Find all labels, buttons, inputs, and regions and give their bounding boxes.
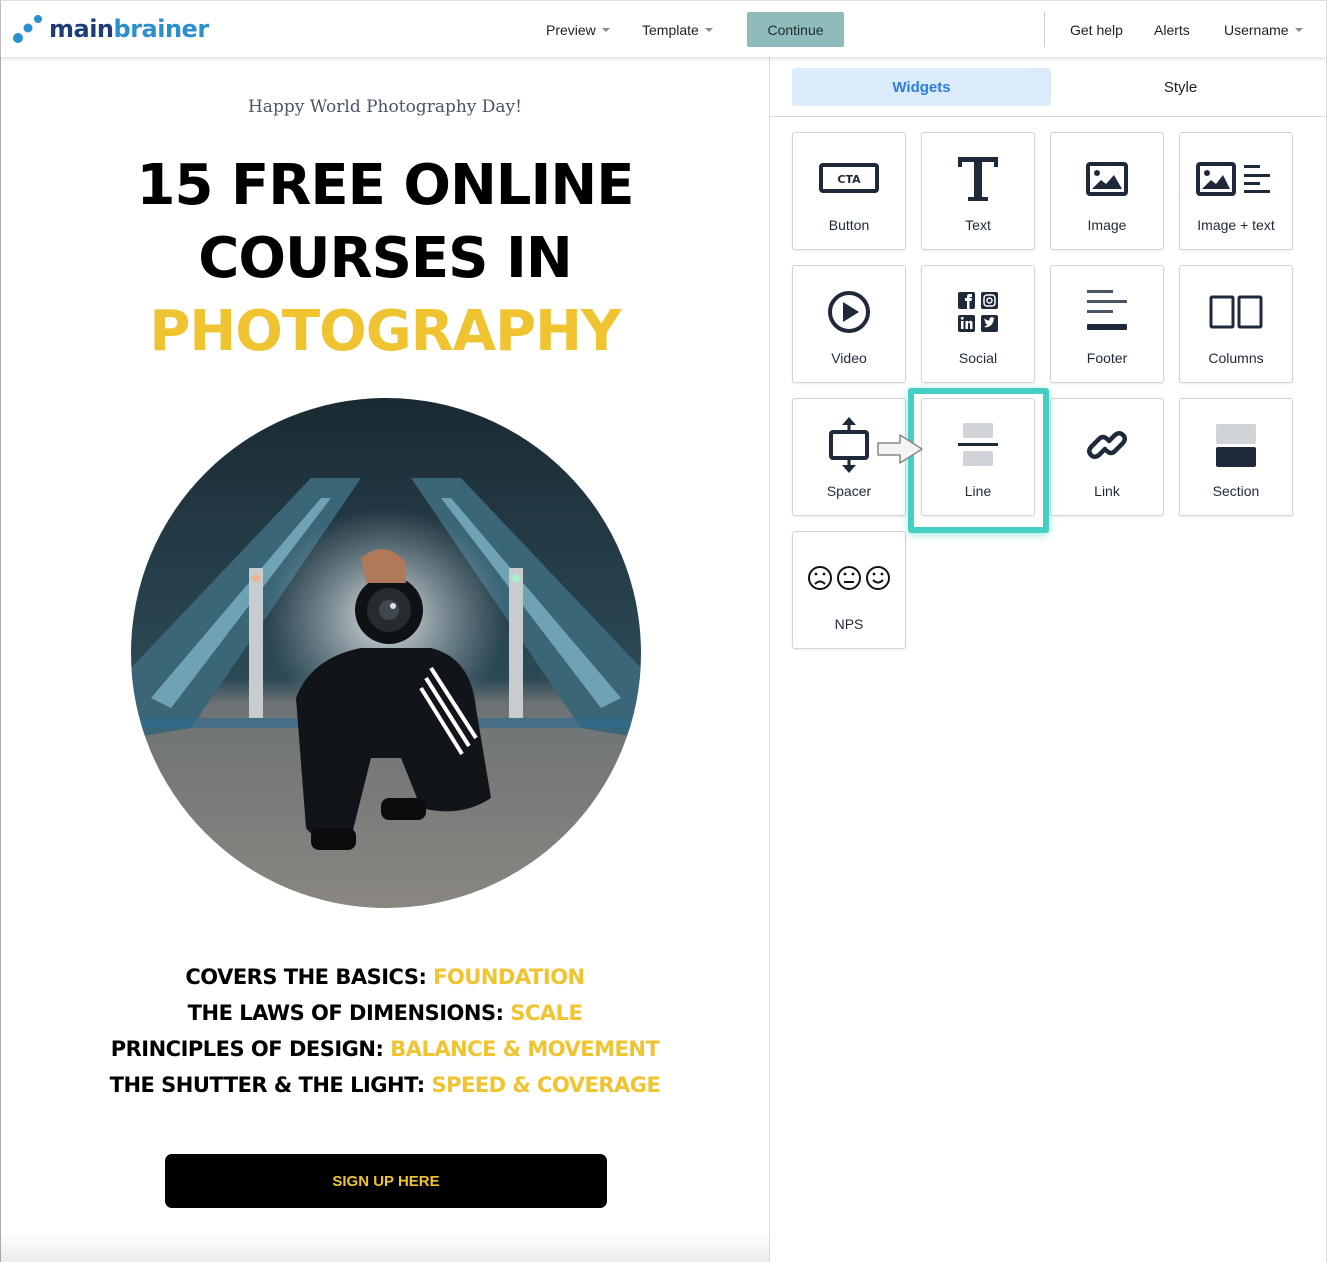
logo-main: main — [49, 15, 114, 43]
widget-label: Section — [1212, 483, 1260, 499]
headline-line-2: COURSES IN — [198, 226, 572, 291]
link-icon — [1051, 417, 1163, 473]
widget-label: Footer — [1086, 350, 1128, 366]
headline-line-3: PHOTOGRAPHY — [149, 299, 621, 364]
template-label: Template — [642, 21, 699, 38]
widget-video[interactable]: Video — [792, 265, 906, 383]
topic-label: COVERS THE BASICS: — [185, 965, 427, 989]
widget-label: Image — [1087, 217, 1127, 233]
email-canvas[interactable]: Happy World Photography Day! 15 FREE ONL… — [0, 57, 770, 1262]
topic-label: THE LAWS OF DIMENSIONS: — [187, 1001, 504, 1025]
username-menu[interactable]: Username — [1224, 1, 1303, 58]
section-icon — [1180, 417, 1292, 473]
widget-section[interactable]: Section — [1179, 398, 1293, 516]
facebook-icon — [958, 292, 975, 309]
widget-label: Columns — [1208, 350, 1264, 366]
alerts-link[interactable]: Alerts — [1154, 1, 1190, 58]
topic-value: BALANCE & MOVEMENT — [390, 1037, 660, 1061]
topic-line: THE LAWS OF DIMENSIONS: SCALE — [1, 995, 769, 1031]
topic-line: THE SHUTTER & THE LIGHT: SPEED & COVERAG… — [1, 1067, 769, 1103]
widget-columns[interactable]: Columns — [1179, 265, 1293, 383]
pointer-arrow-icon — [877, 434, 923, 464]
twitter-icon — [981, 315, 998, 332]
template-menu[interactable]: Template — [642, 1, 713, 58]
photographer-photo — [131, 398, 641, 908]
widget-label: NPS — [834, 616, 864, 632]
preview-label: Preview — [546, 21, 596, 38]
get-help-label: Get help — [1070, 21, 1123, 38]
username-label: Username — [1224, 21, 1289, 38]
topic-value: FOUNDATION — [433, 965, 585, 989]
logo-dots-icon — [13, 15, 42, 43]
widget-image-text[interactable]: Image + text — [1179, 132, 1293, 250]
topic-label: PRINCIPLES OF DESIGN: — [110, 1037, 384, 1061]
widget-label: Button — [828, 217, 870, 233]
mainbrainer-logo[interactable]: mainbrainer — [13, 14, 209, 44]
get-help-link[interactable]: Get help — [1070, 1, 1123, 58]
widget-label: Link — [1094, 483, 1120, 499]
caret-down-icon — [704, 27, 713, 32]
topic-value: SCALE — [510, 1001, 583, 1025]
widget-line[interactable]: Line — [921, 398, 1035, 516]
columns-icon — [1180, 284, 1292, 340]
topic-line: PRINCIPLES OF DESIGN: BALANCE & MOVEMENT — [1, 1031, 769, 1067]
panel-tabs: Widgets Style — [770, 57, 1327, 117]
widget-label: Text — [965, 217, 991, 233]
image-text-icon — [1180, 151, 1292, 207]
logo-brainer: brainer — [113, 15, 210, 43]
topic-label: THE SHUTTER & THE LIGHT: — [109, 1073, 426, 1097]
widget-nps[interactable]: NPS — [792, 531, 906, 649]
play-icon — [793, 284, 905, 340]
widget-label: Line — [964, 483, 992, 499]
tab-widgets[interactable]: Widgets — [792, 68, 1051, 106]
sign-up-button[interactable]: SIGN UP HERE — [165, 1154, 607, 1208]
svg-text:CTA: CTA — [837, 173, 861, 186]
widget-label: Image + text — [1197, 217, 1275, 233]
hero-image[interactable] — [131, 398, 641, 908]
email-subtitle[interactable]: Happy World Photography Day! — [1, 97, 769, 117]
widget-link[interactable]: Link — [1050, 398, 1164, 516]
tab-style[interactable]: Style — [1051, 68, 1310, 106]
widget-label: Video — [831, 350, 867, 366]
social-icon — [922, 284, 1034, 340]
instagram-icon — [981, 292, 998, 309]
email-headline[interactable]: 15 FREE ONLINE COURSES IN PHOTOGRAPHY — [1, 149, 769, 368]
topic-value: SPEED & COVERAGE — [431, 1073, 661, 1097]
widget-label: Social — [958, 350, 998, 366]
widget-text[interactable]: Text — [921, 132, 1035, 250]
line-icon — [922, 417, 1034, 473]
caret-down-icon — [601, 27, 610, 32]
nps-icon — [793, 550, 905, 606]
header-divider — [1044, 12, 1045, 47]
cta-button-icon: CTA — [793, 151, 905, 207]
caret-down-icon — [1294, 27, 1303, 32]
continue-button[interactable]: Continue — [747, 12, 844, 47]
widget-label: Spacer — [826, 483, 872, 499]
logo-wordmark: mainbrainer — [49, 15, 209, 43]
widget-footer[interactable]: Footer — [1050, 265, 1164, 383]
topics-list[interactable]: COVERS THE BASICS: FOUNDATION THE LAWS O… — [1, 959, 769, 1103]
headline-line-1: 15 FREE ONLINE — [136, 153, 635, 218]
top-bar: mainbrainer Preview Template Continue Ge… — [0, 0, 1327, 57]
topic-line: COVERS THE BASICS: FOUNDATION — [1, 959, 769, 995]
preview-menu[interactable]: Preview — [546, 1, 610, 58]
widget-social[interactable]: Social — [921, 265, 1035, 383]
linkedin-icon — [958, 315, 975, 332]
alerts-label: Alerts — [1154, 21, 1190, 38]
widget-image[interactable]: Image — [1050, 132, 1164, 250]
image-icon — [1051, 151, 1163, 207]
text-icon — [922, 151, 1034, 207]
footer-icon — [1051, 284, 1163, 340]
widget-button[interactable]: CTA Button — [792, 132, 906, 250]
